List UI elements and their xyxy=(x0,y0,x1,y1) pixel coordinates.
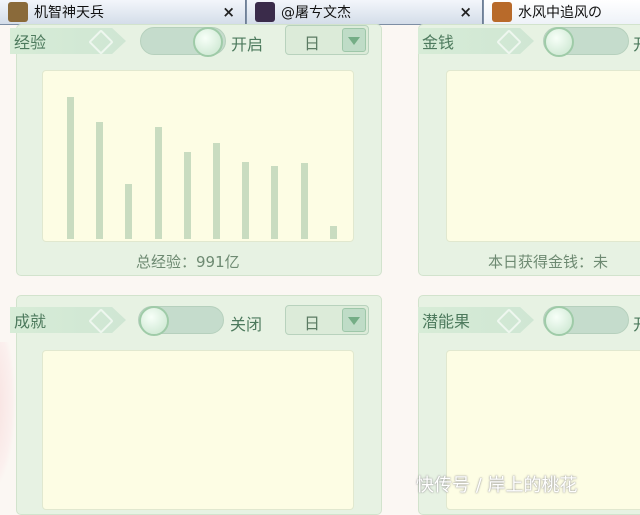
money-toggle-label: 开 xyxy=(633,31,640,55)
experience-toggle-label: 开启 xyxy=(231,35,264,54)
money-tag: 金钱 xyxy=(418,28,534,54)
avatar-icon xyxy=(492,2,512,22)
watermark: 快传号 / 岸上的桃花 xyxy=(416,475,578,496)
chevron-down-icon[interactable] xyxy=(342,28,366,52)
experience-bar xyxy=(329,226,337,239)
achievement-period-select[interactable]: 日 xyxy=(285,305,369,335)
money-label: 金钱 xyxy=(422,33,455,52)
achievement-chart-area xyxy=(42,350,354,510)
toggle-knob xyxy=(544,27,574,57)
tab-2[interactable]: @屠ㄘ文杰 × xyxy=(247,0,483,24)
experience-bar xyxy=(125,183,133,239)
diamond-icon xyxy=(88,29,114,54)
achievement-toggle-label: 关闭 xyxy=(230,315,263,334)
achievement-tag: 成就 xyxy=(10,307,126,333)
potential-tag: 潜能果 xyxy=(418,307,534,333)
money-chart-area xyxy=(446,70,640,242)
diamond-icon xyxy=(496,308,522,333)
toggle-knob xyxy=(193,27,223,57)
experience-summary: 总经验：991亿 xyxy=(136,253,240,271)
close-icon[interactable]: × xyxy=(222,3,235,21)
achievement-toggle[interactable] xyxy=(138,306,224,336)
close-icon[interactable]: × xyxy=(459,3,472,21)
diamond-icon xyxy=(496,29,522,54)
money-toggle[interactable] xyxy=(543,27,629,57)
experience-toggle[interactable] xyxy=(140,27,226,57)
tab-1[interactable]: 机智神天兵 × xyxy=(0,0,246,24)
tab-1-label: 机智神天兵 xyxy=(34,5,104,21)
experience-label: 经验 xyxy=(14,33,47,52)
bar-group xyxy=(67,81,337,239)
experience-bar xyxy=(213,142,220,239)
experience-bar xyxy=(242,161,250,239)
avatar-icon xyxy=(255,2,275,22)
experience-tag: 经验 xyxy=(10,28,126,54)
toggle-knob xyxy=(139,306,169,336)
tab-3-label: 水风中追风の xyxy=(518,5,602,21)
experience-bar xyxy=(96,122,104,239)
experience-bar xyxy=(67,96,74,239)
chevron-down-icon[interactable] xyxy=(342,308,366,332)
diamond-icon xyxy=(88,308,114,333)
experience-chart-area xyxy=(42,70,354,242)
potential-label: 潜能果 xyxy=(422,312,471,331)
potential-toggle[interactable] xyxy=(543,306,629,336)
flower-decoration xyxy=(0,342,16,492)
tab-3[interactable]: 水风中追风の xyxy=(484,0,640,24)
experience-period-select[interactable]: 日 xyxy=(285,25,369,55)
experience-bar xyxy=(300,163,308,239)
avatar-icon xyxy=(8,2,28,22)
experience-bar xyxy=(183,152,191,239)
select-value: 日 xyxy=(304,34,321,53)
money-summary: 本日获得金钱：未 xyxy=(488,253,609,271)
tab-2-label: @屠ㄘ文杰 xyxy=(281,5,351,21)
toggle-knob xyxy=(544,306,574,336)
achievement-label: 成就 xyxy=(14,312,47,331)
select-value: 日 xyxy=(304,314,321,333)
experience-bar xyxy=(154,126,162,239)
experience-bar xyxy=(271,166,279,239)
potential-toggle-label: 开 xyxy=(633,311,640,335)
tab-bar: 机智神天兵 × @屠ㄘ文杰 × 水风中追风の xyxy=(0,0,640,25)
